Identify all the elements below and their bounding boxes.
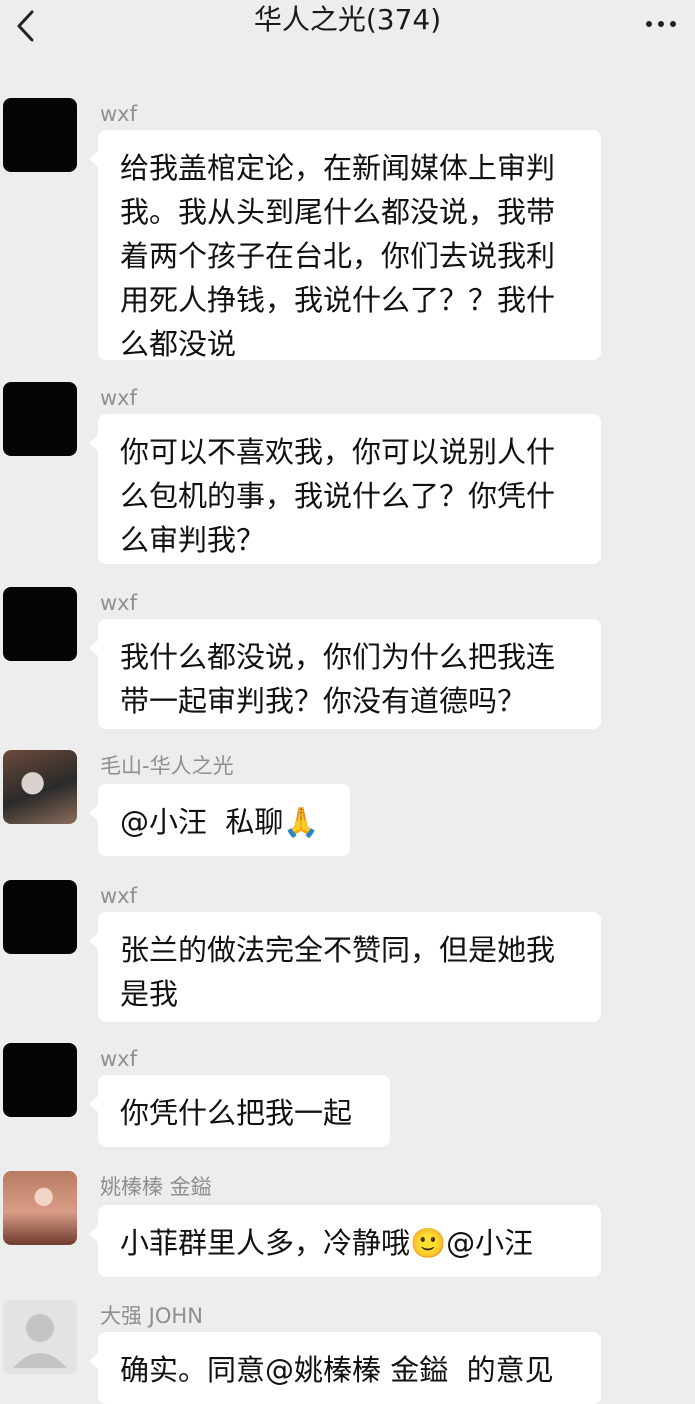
avatar[interactable]: [3, 1171, 77, 1245]
avatar[interactable]: [3, 1300, 77, 1374]
sender-name: 大强 JOHN: [100, 1304, 203, 1328]
avatar[interactable]: [3, 750, 77, 824]
message-bubble[interactable]: 你可以不喜欢我，你可以说别人什 么包机的事，我说什么了？你凭什 么审判我？: [89, 414, 601, 564]
more-options-icon[interactable]: [641, 6, 681, 36]
message-bubble[interactable]: @小汪 私聊🙏: [89, 784, 350, 856]
avatar[interactable]: [3, 382, 77, 456]
sender-name: 姚榛榛 金鎰: [100, 1175, 212, 1199]
sender-name: wxf: [100, 884, 137, 908]
message-bubble[interactable]: 给我盖棺定论，在新闻媒体上审判 我。我从头到尾什么都没说，我带 着两个孩子在台北…: [89, 130, 601, 361]
message-bubble[interactable]: 我什么都没说，你们为什么把我连 带一起审判我？你没有道德吗？: [89, 619, 601, 729]
sender-name: wxf: [100, 386, 137, 410]
sender-name: 毛山-华人之光: [100, 754, 234, 778]
chat-title: 华人之光(374): [253, 3, 442, 36]
avatar[interactable]: [3, 98, 77, 172]
chat-header: 华人之光(374): [0, 0, 695, 62]
sender-name: wxf: [100, 102, 137, 126]
sender-name: wxf: [100, 591, 137, 615]
sender-name: wxf: [100, 1047, 137, 1071]
message-bubble[interactable]: 小菲群里人多，冷静哦🙂@小汪: [89, 1205, 601, 1277]
message-bubble[interactable]: 你凭什么把我一起: [89, 1075, 390, 1147]
avatar[interactable]: [3, 1043, 77, 1117]
avatar[interactable]: [3, 880, 77, 954]
message-bubble[interactable]: 张兰的做法完全不赞同，但是她我 是我: [89, 912, 601, 1022]
avatar[interactable]: [3, 587, 77, 661]
message-bubble[interactable]: 确实。同意@姚榛榛 金鎰 的意见: [89, 1332, 601, 1404]
default-user-icon: [13, 1314, 67, 1368]
